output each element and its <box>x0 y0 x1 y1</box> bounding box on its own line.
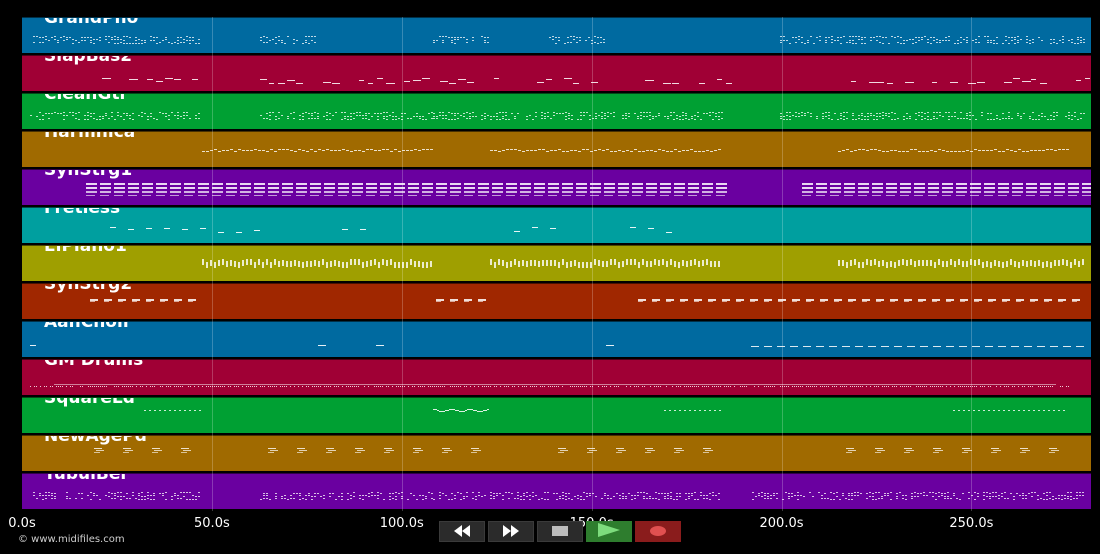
track-name: SynStrg1 <box>44 169 133 180</box>
track-name: GrandPno <box>44 17 139 28</box>
track-notes <box>22 170 1091 205</box>
track-notes <box>22 246 1091 281</box>
track-name: Harmnica <box>44 131 136 142</box>
track-name: CleanGtr <box>44 93 128 104</box>
track-row[interactable]: ElPiano1 <box>22 245 1091 281</box>
track-row[interactable]: NewAgePd <box>22 435 1091 471</box>
record-icon <box>649 522 667 541</box>
track-row[interactable]: SlapBas2 <box>22 55 1091 91</box>
track-notes <box>22 398 1091 433</box>
track-row[interactable]: GrandPno <box>22 17 1091 53</box>
track-notes <box>22 132 1091 167</box>
stop-icon <box>552 522 568 541</box>
copyright-text: © www.midifiles.com <box>18 534 125 545</box>
rewind-button[interactable] <box>439 521 485 542</box>
record-button[interactable] <box>635 521 681 542</box>
fast-forward-icon <box>500 522 522 541</box>
track-row[interactable]: TubulBel <box>22 473 1091 509</box>
track-name: SquareLd <box>44 397 135 408</box>
track-name: TubulBel <box>44 473 127 484</box>
track-name: AahChoir <box>44 321 132 332</box>
track-notes <box>22 284 1091 319</box>
track-notes <box>22 360 1091 395</box>
track-notes <box>22 56 1091 91</box>
time-tick-label: 200.0s <box>759 516 804 531</box>
rewind-icon <box>451 522 473 541</box>
stop-button[interactable] <box>537 521 583 542</box>
track-notes <box>22 208 1091 243</box>
transport-controls <box>439 521 681 542</box>
track-row[interactable]: GM Drums <box>22 359 1091 395</box>
track-name: SlapBas2 <box>44 55 133 66</box>
track-name: ElPiano1 <box>44 245 127 256</box>
track-name: GM Drums <box>44 359 144 370</box>
track-row[interactable]: AahChoir <box>22 321 1091 357</box>
track-row[interactable]: Harmnica <box>22 131 1091 167</box>
fast-forward-button[interactable] <box>488 521 534 542</box>
play-button[interactable] <box>586 521 632 542</box>
play-icon <box>598 522 620 541</box>
track-row[interactable]: CleanGtr <box>22 93 1091 129</box>
track-notes <box>22 474 1091 509</box>
track-name: SynStrg2 <box>44 283 133 294</box>
track-notes <box>22 18 1091 53</box>
track-notes <box>22 436 1091 471</box>
track-name: Fretless <box>44 207 121 218</box>
track-row[interactable]: SynStrg2 <box>22 283 1091 319</box>
track-row[interactable]: Fretless <box>22 207 1091 243</box>
time-tick-label: 0.0s <box>8 516 36 531</box>
time-tick-label: 100.0s <box>379 516 424 531</box>
track-list: GrandPno SlapBas2 CleanGtr Harmnica SynStrg1… <box>22 17 1091 511</box>
track-row[interactable]: SquareLd <box>22 397 1091 433</box>
time-tick-label: 250.0s <box>949 516 994 531</box>
track-row[interactable]: SynStrg1 <box>22 169 1091 205</box>
time-tick-label: 50.0s <box>194 516 230 531</box>
track-name: NewAgePd <box>44 435 147 446</box>
track-notes <box>22 322 1091 357</box>
track-notes <box>22 94 1091 129</box>
